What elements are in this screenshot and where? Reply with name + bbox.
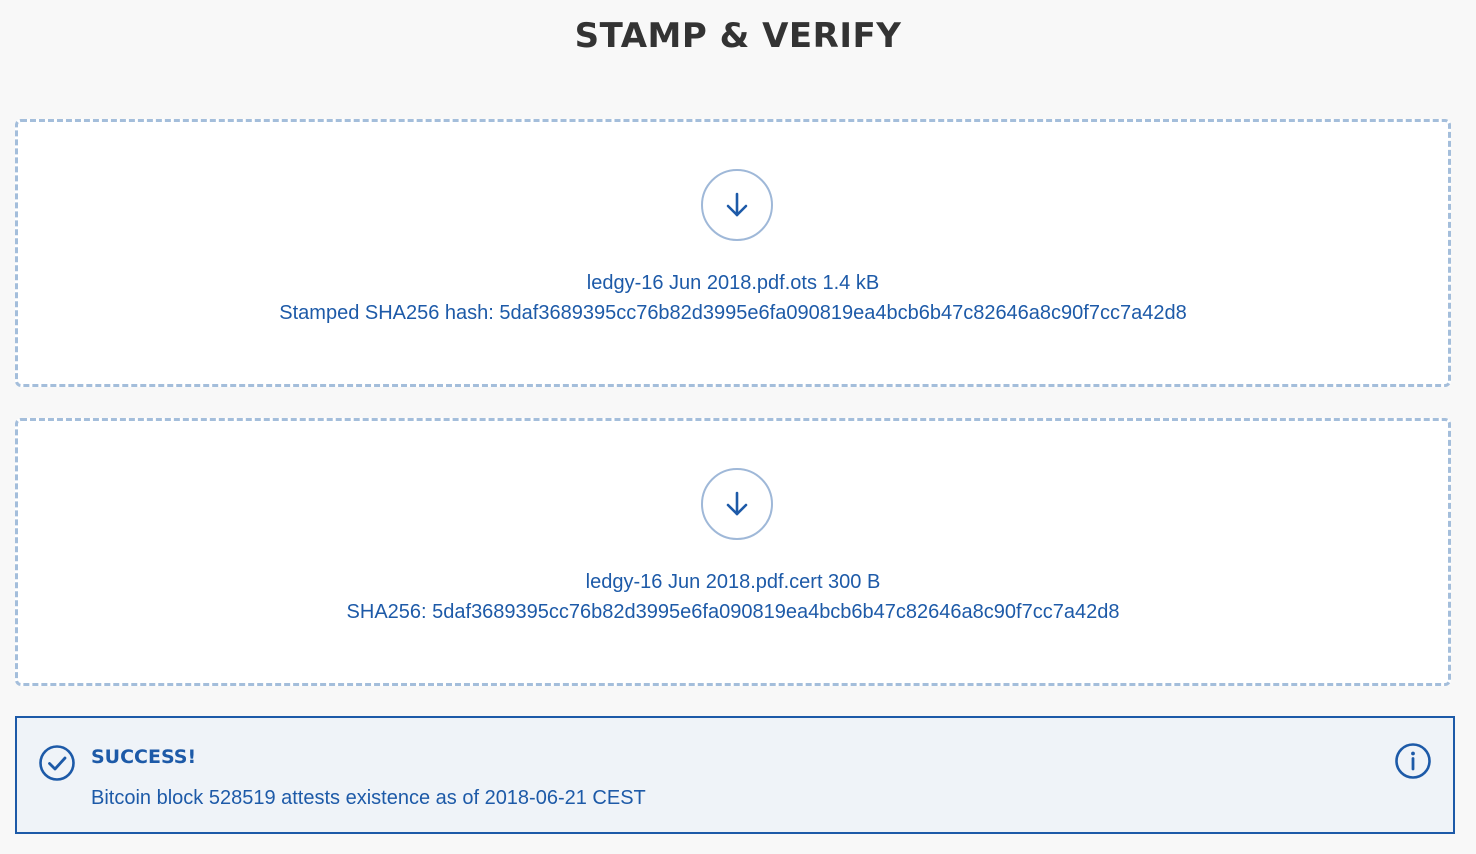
result-message: Bitcoin block 528519 attests existence a… [91,787,646,809]
result-title: SUCCESS! [91,746,197,768]
cert-file-name: ledgy-16 Jun 2018.pdf.cert 300 B [585,571,881,593]
ots-file-dropzone[interactable]: ledgy-16 Jun 2018.pdf.ots 1.4 kB Stamped… [15,119,1451,387]
ots-file-name: ledgy-16 Jun 2018.pdf.ots 1.4 kB [586,272,880,294]
stamped-hash: Stamped SHA256 hash: 5daf3689395cc76b82d… [279,302,1187,324]
download-arrow-icon [701,169,773,241]
page-title: STAMP & VERIFY [574,16,902,56]
download-arrow-icon [701,468,773,540]
info-icon[interactable] [1394,742,1432,780]
check-circle-icon [38,744,76,782]
file-hash: SHA256: 5daf3689395cc76b82d3995e6fa09081… [346,601,1120,623]
cert-file-dropzone[interactable]: ledgy-16 Jun 2018.pdf.cert 300 B SHA256:… [15,418,1451,686]
verification-result-panel: SUCCESS! Bitcoin block 528519 attests ex… [15,716,1455,834]
